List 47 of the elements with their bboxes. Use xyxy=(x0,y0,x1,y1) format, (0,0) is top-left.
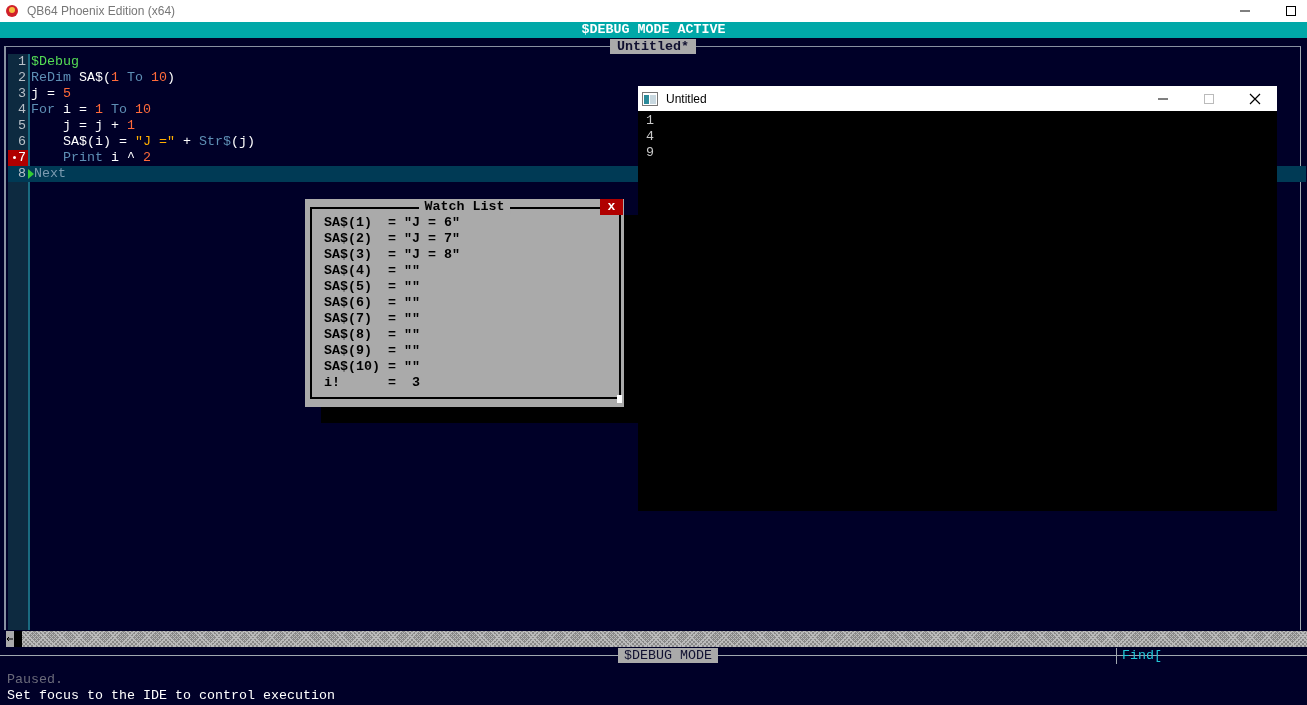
app-window-icon xyxy=(642,91,658,106)
output-window-title: Untitled xyxy=(666,91,707,106)
watch-entry: SA$(9) = "" xyxy=(324,343,421,359)
line-number: 4 xyxy=(17,102,27,118)
status-message: Set focus to the IDE to control execution xyxy=(6,688,336,704)
code-line: $Debug xyxy=(31,54,79,70)
watch-entry: SA$(5) = "" xyxy=(324,279,421,295)
code-line: Next xyxy=(34,166,66,182)
code-line: For i = 1 To 10 xyxy=(31,102,151,118)
watch-entry: SA$(4) = "" xyxy=(324,263,421,279)
line-number: 8 xyxy=(17,166,27,182)
line-number: 5 xyxy=(17,118,27,134)
output-line: 4 xyxy=(646,129,655,145)
scroll-left-icon[interactable] xyxy=(6,630,14,647)
line-number: 2 xyxy=(17,70,27,86)
line-number: 1 xyxy=(17,54,27,70)
watch-entry: SA$(3) = "J = 8" xyxy=(324,247,461,263)
watch-entry: SA$(6) = "" xyxy=(324,295,421,311)
breakpoint-dot-icon xyxy=(13,156,16,159)
status-message: Paused. xyxy=(6,672,64,688)
code-line: Print i ^ 2 xyxy=(62,150,151,166)
code-line: j = j + 1 xyxy=(62,118,135,134)
line-number: 3 xyxy=(17,86,27,102)
output-line: 1 xyxy=(646,113,655,129)
watch-entry: SA$(7) = "" xyxy=(324,311,421,327)
debug-banner: $DEBUG MODE ACTIVE xyxy=(0,22,1307,38)
code-line: SA$(i) = "J =" + Str$(j) xyxy=(62,134,255,150)
close-icon[interactable] xyxy=(1249,92,1261,105)
execution-arrow-icon xyxy=(28,169,34,179)
close-button[interactable]: x xyxy=(600,199,623,215)
document-tab[interactable]: Untitled* xyxy=(610,39,696,54)
window-title: QB64 Phoenix Edition (x64) xyxy=(27,4,176,18)
watch-entry: SA$(8) = "" xyxy=(324,327,421,343)
watch-entry: SA$(1) = "J = 6" xyxy=(324,215,461,231)
debug-mode-label: $DEBUG MODE xyxy=(618,648,718,663)
watch-entry: SA$(10) = "" xyxy=(324,359,421,375)
output-line: 9 xyxy=(646,145,655,161)
scroll-thumb[interactable] xyxy=(14,630,22,647)
code-line: j = 5 xyxy=(31,86,71,102)
app-logo-icon xyxy=(5,4,19,18)
line-number: 6 xyxy=(17,134,27,150)
line-number: 7 xyxy=(8,150,28,166)
resize-handle[interactable] xyxy=(617,395,622,403)
maximize-icon[interactable] xyxy=(1285,5,1297,17)
code-line: ReDim SA$(1 To 10) xyxy=(31,70,175,86)
watch-entry: SA$(2) = "J = 7" xyxy=(324,231,461,247)
watch-entry: i! = 3 xyxy=(324,375,421,391)
